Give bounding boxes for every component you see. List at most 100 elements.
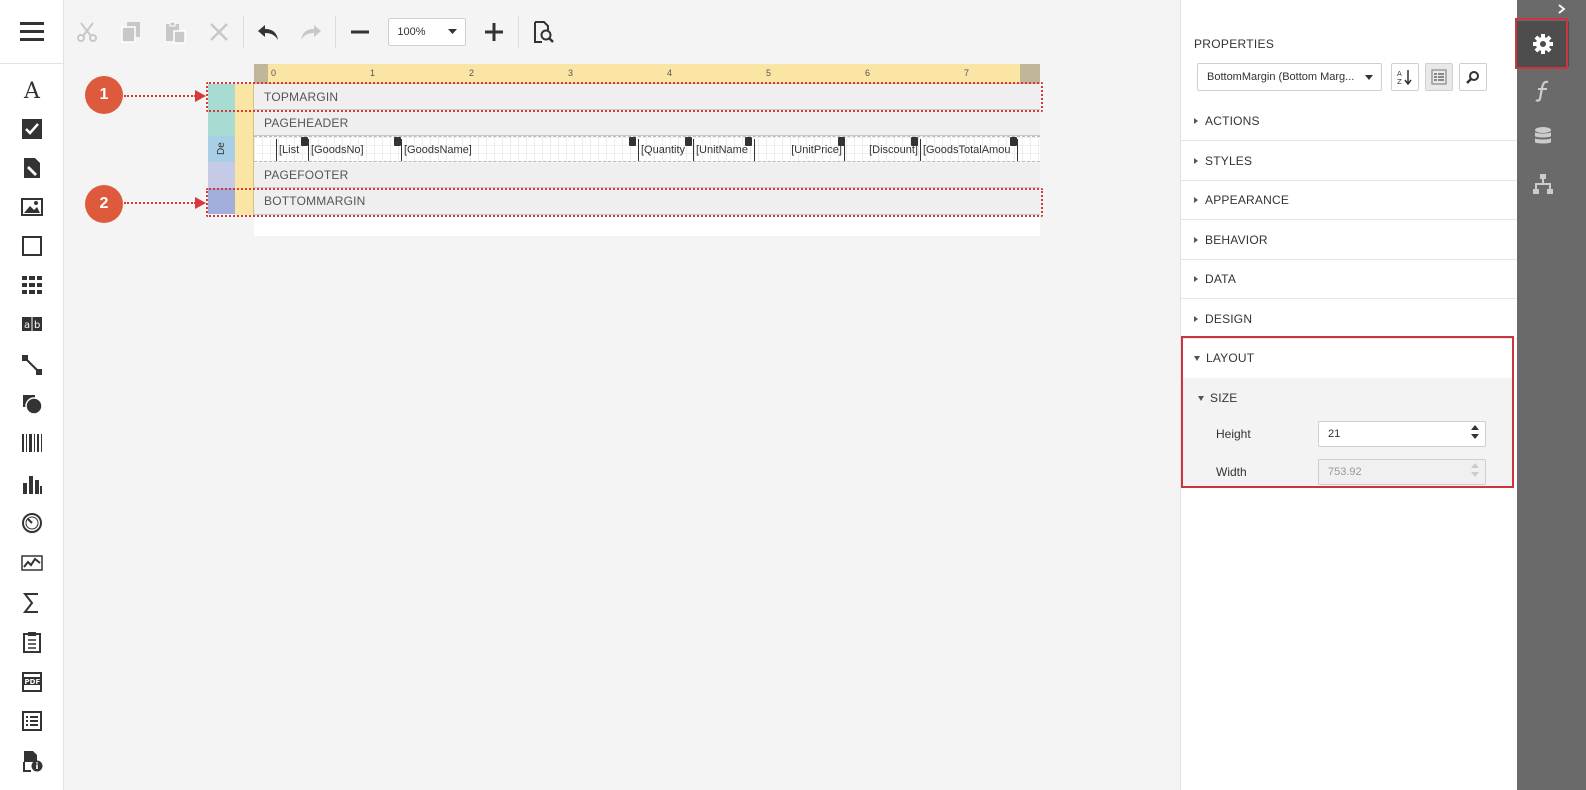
toolbox-sparkline[interactable] xyxy=(12,545,52,581)
group-label: BEHAVIOR xyxy=(1205,232,1268,247)
redo-button[interactable] xyxy=(290,12,334,52)
field-binding-icon xyxy=(911,137,918,146)
toolbox-page-info[interactable] xyxy=(12,743,52,779)
ruler-tick: 7 xyxy=(964,68,970,78)
toolbox-chart[interactable] xyxy=(12,466,52,502)
toolbox-panel[interactable] xyxy=(12,228,52,264)
group-behavior[interactable]: BEHAVIOR xyxy=(1181,220,1518,260)
component-selector[interactable]: BottomMargin (Bottom Marg... xyxy=(1197,63,1382,91)
ruler-tick: 1 xyxy=(370,68,376,78)
pdf-content-icon: PDF xyxy=(22,672,42,692)
group-styles[interactable]: STYLES xyxy=(1181,141,1518,181)
collapse-panel-button[interactable] xyxy=(1558,2,1566,17)
toolbox-label[interactable]: A xyxy=(12,72,52,108)
detail-strip[interactable]: De xyxy=(208,136,235,162)
preview-button[interactable] xyxy=(521,12,565,52)
group-appearance[interactable]: APPEARANCE xyxy=(1181,180,1518,220)
picture-icon xyxy=(21,198,43,216)
detail-cell-unitname[interactable]: [UnitName xyxy=(693,139,753,161)
svg-text:PDF: PDF xyxy=(25,678,41,686)
sort-alphabetically-button[interactable]: AZ xyxy=(1391,63,1419,91)
delete-button[interactable] xyxy=(197,12,241,52)
barcode-icon xyxy=(22,434,42,452)
toolbox-barcode[interactable] xyxy=(12,425,52,461)
panel-icon xyxy=(22,236,42,256)
bottommargin-highlight xyxy=(206,188,1043,217)
detail-cell-discount[interactable]: [Discount] xyxy=(844,139,920,161)
redo-icon xyxy=(301,25,322,40)
group-label: ACTIONS xyxy=(1205,113,1260,128)
group-actions[interactable]: ACTIONS xyxy=(1181,101,1518,141)
rich-text-icon xyxy=(24,158,40,178)
subreport-icon xyxy=(23,632,41,653)
categorized-view-button[interactable] xyxy=(1425,63,1453,91)
callout-1: 1 xyxy=(85,76,123,114)
hamburger-menu-button[interactable] xyxy=(0,0,64,64)
toolbox-table[interactable] xyxy=(12,267,52,303)
expand-arrow-icon xyxy=(1194,157,1198,164)
svg-text:A: A xyxy=(1397,70,1402,78)
report-design-surface[interactable]: 0 1 2 3 4 5 6 7 De TOPMARGIN PAGEHEADER … xyxy=(206,64,1043,236)
expand-arrow-icon xyxy=(1194,275,1198,282)
line-icon xyxy=(22,355,42,375)
pageheader-band[interactable]: PAGEHEADER xyxy=(254,110,1040,136)
cut-button[interactable] xyxy=(65,12,109,52)
ruler-tick: 0 xyxy=(271,68,277,78)
callout-1-arrow xyxy=(124,95,196,97)
toolbox-shape[interactable] xyxy=(12,386,52,422)
undo-button[interactable] xyxy=(246,12,290,52)
detail-cell-quantity[interactable]: [Quantity xyxy=(638,139,692,161)
pageheader-strip[interactable] xyxy=(208,110,235,136)
arrow-head-icon xyxy=(195,90,206,102)
toolbox-pdf-content[interactable]: PDF xyxy=(12,664,52,700)
toolbox-checkbox[interactable] xyxy=(12,111,52,147)
hierarchy-icon xyxy=(1533,174,1553,194)
toolbox: A ab PDF xyxy=(0,0,64,790)
report-explorer-tab[interactable] xyxy=(1517,161,1569,207)
group-label: DESIGN xyxy=(1205,311,1253,326)
chevron-down-icon xyxy=(448,29,458,34)
group-design[interactable]: DESIGN xyxy=(1181,299,1518,339)
paste-button[interactable] xyxy=(153,12,197,52)
svg-text:b: b xyxy=(34,320,40,331)
gauge-icon xyxy=(22,513,42,533)
pagefooter-strip[interactable] xyxy=(208,162,235,188)
toolbox-line[interactable] xyxy=(12,347,52,383)
detail-band[interactable]: [List [GoodsNo] [GoodsName] [Quantity [U… xyxy=(254,136,1040,162)
copy-button[interactable] xyxy=(109,12,153,52)
search-icon xyxy=(1466,71,1479,84)
cut-icon xyxy=(76,22,97,42)
character-comb-icon: ab xyxy=(22,317,42,331)
detail-cell-goodsno[interactable]: [GoodsNo] xyxy=(308,139,374,161)
toolbox-character-comb[interactable]: ab xyxy=(12,306,52,342)
expressions-tab[interactable] xyxy=(1517,68,1569,114)
report-page-area xyxy=(254,216,1040,236)
toolbox-subreport[interactable] xyxy=(12,624,52,660)
ruler-tick: 5 xyxy=(766,68,772,78)
main-toolbar: 100% xyxy=(65,0,565,64)
toolbox-gauge[interactable] xyxy=(12,505,52,541)
toolbox-summary[interactable] xyxy=(12,585,52,621)
detail-cell-goodsname[interactable]: [GoodsName] xyxy=(401,139,637,161)
toolbox-table-of-contents[interactable] xyxy=(12,703,52,739)
pagefooter-band[interactable]: PAGEFOOTER xyxy=(254,163,1040,188)
detail-cell-unitprice[interactable]: [UnitPrice] xyxy=(754,139,844,161)
topmargin-highlight xyxy=(206,82,1043,112)
group-data[interactable]: DATA xyxy=(1181,259,1518,299)
zoom-select[interactable]: 100% xyxy=(388,18,467,46)
svg-text:Z: Z xyxy=(1397,78,1402,85)
toolbox-rich-text[interactable] xyxy=(12,150,52,186)
field-list-tab[interactable] xyxy=(1517,114,1569,160)
toolbox-picture[interactable] xyxy=(12,189,52,225)
svg-text:a: a xyxy=(24,320,30,331)
checkbox-icon xyxy=(22,119,42,139)
search-properties-button[interactable] xyxy=(1459,63,1487,91)
zoom-out-button[interactable] xyxy=(338,12,382,52)
ruler-right-margin xyxy=(1020,64,1040,84)
properties-panel: PROPERTIES BottomMargin (Bottom Marg... … xyxy=(1180,0,1518,790)
zoom-in-button[interactable] xyxy=(472,12,516,52)
detail-cell-goodstotalamount[interactable]: [GoodsTotalAmou xyxy=(920,139,1018,161)
preview-icon xyxy=(534,21,554,43)
expand-arrow-icon xyxy=(1194,315,1198,322)
zoom-out-icon xyxy=(351,30,370,34)
